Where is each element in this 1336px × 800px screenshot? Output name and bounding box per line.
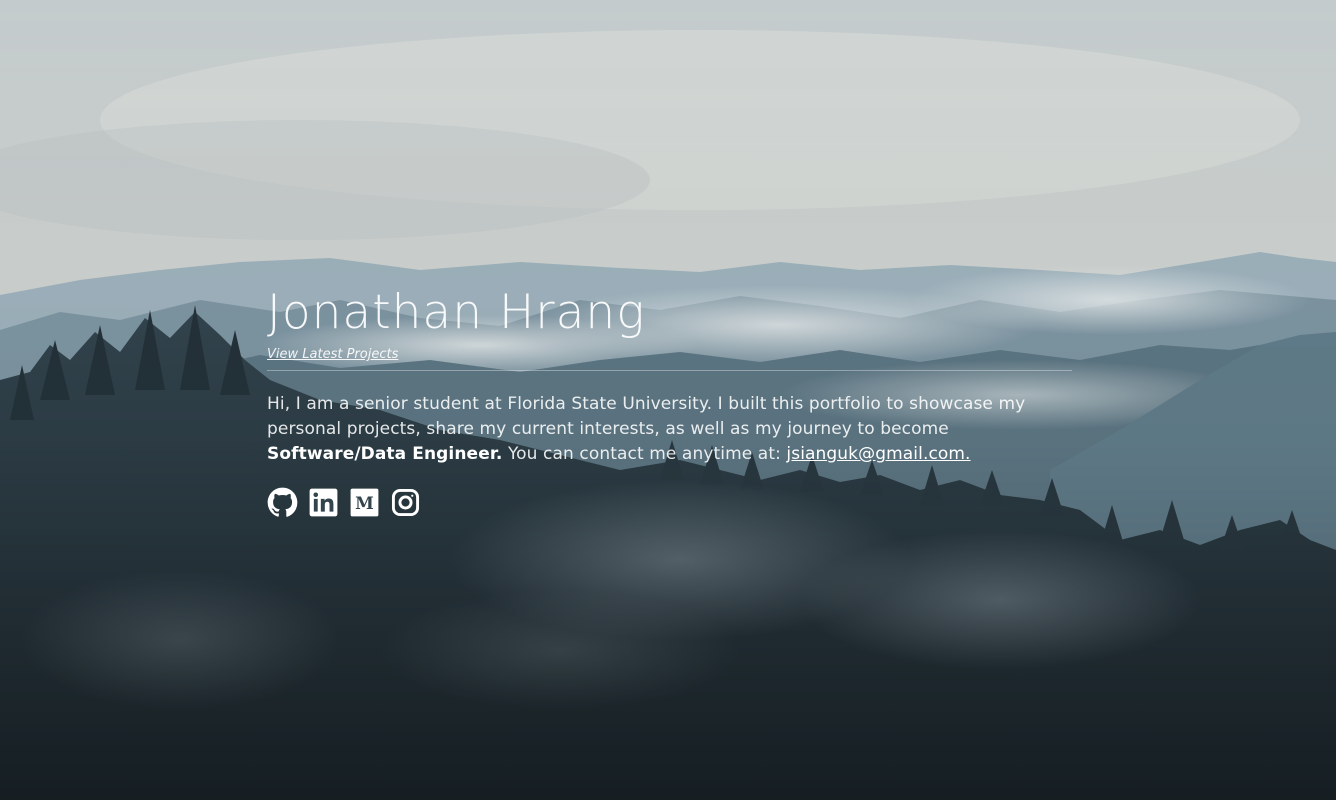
- bio-contact-prefix: You can contact me anytime at:: [502, 444, 787, 464]
- svg-text:M: M: [355, 493, 374, 513]
- page-title: Jonathan Hrang: [267, 285, 646, 340]
- medium-link[interactable]: M: [349, 487, 380, 518]
- social-links: M: [267, 487, 1072, 518]
- github-link[interactable]: [267, 487, 298, 518]
- linkedin-link[interactable]: [308, 487, 339, 518]
- medium-icon: M: [350, 488, 379, 517]
- instagram-link[interactable]: [390, 487, 421, 518]
- hero-section: Jonathan Hrang View Latest Projects Hi, …: [267, 283, 1072, 518]
- bio-intro: Hi, I am a senior student at Florida Sta…: [267, 394, 1026, 439]
- github-icon: [267, 487, 298, 518]
- divider: [267, 370, 1072, 371]
- linkedin-icon: [309, 488, 338, 517]
- email-link[interactable]: jsianguk@gmail.com.: [786, 444, 970, 464]
- bio-paragraph: Hi, I am a senior student at Florida Sta…: [267, 392, 1072, 467]
- bio-role: Software/Data Engineer.: [267, 444, 503, 464]
- instagram-icon: [391, 488, 420, 517]
- view-latest-projects-link[interactable]: View Latest Projects: [267, 347, 398, 362]
